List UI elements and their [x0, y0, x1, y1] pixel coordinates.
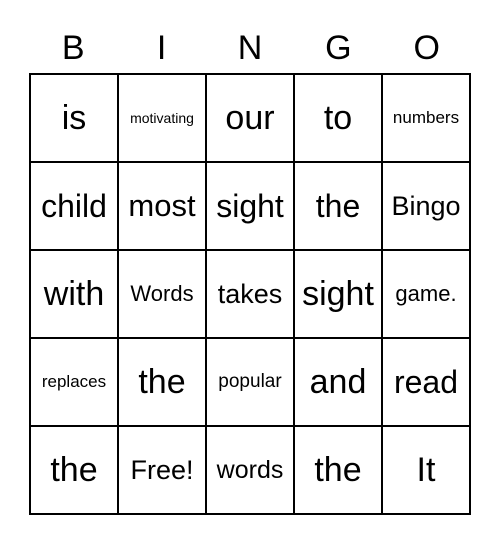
- header-letter-b: B: [61, 29, 85, 67]
- bingo-cell[interactable]: our: [206, 74, 294, 162]
- bingo-cell[interactable]: replaces: [30, 338, 118, 426]
- header-letter-o: O: [413, 29, 440, 67]
- bingo-cell[interactable]: most: [118, 162, 206, 250]
- bingo-cell[interactable]: the: [294, 162, 382, 250]
- bingo-cell[interactable]: sight: [206, 162, 294, 250]
- bingo-cell[interactable]: the: [30, 426, 118, 514]
- bingo-cell[interactable]: child: [30, 162, 118, 250]
- bingo-cell[interactable]: the: [294, 426, 382, 514]
- bingo-cell[interactable]: Free!: [118, 426, 206, 514]
- bingo-cell[interactable]: read: [382, 338, 470, 426]
- bingo-cell[interactable]: the: [118, 338, 206, 426]
- bingo-cell[interactable]: with: [30, 250, 118, 338]
- bingo-grid: is motivating our to numbers child most sight th…: [29, 73, 471, 515]
- bingo-cell[interactable]: is: [30, 74, 118, 162]
- bingo-cell[interactable]: numbers: [382, 74, 470, 162]
- bingo-cell[interactable]: motivating: [118, 74, 206, 162]
- bingo-cell[interactable]: Words: [118, 250, 206, 338]
- bingo-cell[interactable]: to: [294, 74, 382, 162]
- bingo-cell[interactable]: sight: [294, 250, 382, 338]
- bingo-cell[interactable]: It: [382, 426, 470, 514]
- header-letter-g: G: [325, 29, 352, 67]
- bingo-cell[interactable]: words: [206, 426, 294, 514]
- bingo-cell[interactable]: takes: [206, 250, 294, 338]
- bingo-cell[interactable]: game.: [382, 250, 470, 338]
- header-letter-i: I: [156, 29, 167, 67]
- bingo-cell[interactable]: and: [294, 338, 382, 426]
- bingo-header: B I N G O: [29, 24, 471, 72]
- bingo-cell[interactable]: popular: [206, 338, 294, 426]
- header-letter-n: N: [237, 29, 263, 67]
- bingo-cell[interactable]: Bingo: [382, 162, 470, 250]
